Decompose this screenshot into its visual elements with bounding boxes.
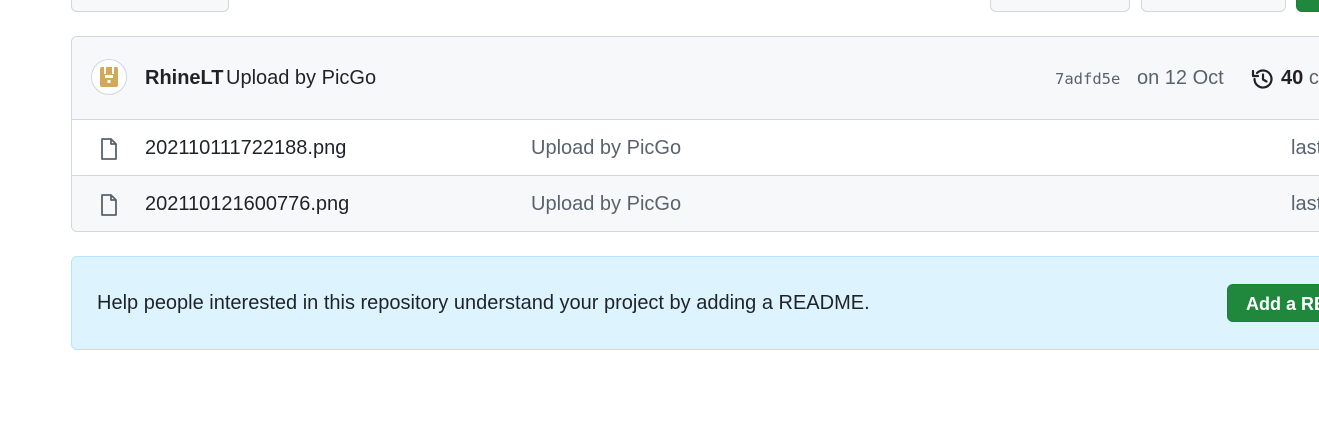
file-age: last <box>1291 193 1319 215</box>
history-icon[interactable] <box>1250 66 1276 92</box>
file-row: 202110121600776.png Upload by PicGo last <box>72 175 1319 231</box>
commit-history-link[interactable]: 40 c <box>1281 67 1319 90</box>
file-row: 202110111722188.png Upload by PicGo last <box>72 120 1319 175</box>
branch-select-button[interactable] <box>71 0 229 12</box>
author-avatar[interactable] <box>91 59 127 95</box>
readme-banner: Help people interested in this repositor… <box>71 256 1319 350</box>
commit-message[interactable]: Upload by PicGo <box>226 67 376 90</box>
readme-prompt-text: Help people interested in this repositor… <box>97 292 870 314</box>
code-button[interactable] <box>1296 0 1319 12</box>
latest-commit-bar: RhineLT Upload by PicGo 7adfd5e on 12 Oc… <box>72 37 1319 120</box>
file-icon <box>101 138 117 160</box>
commit-count: 40 <box>1281 67 1304 89</box>
file-name-link[interactable]: 202110121600776.png <box>145 193 349 216</box>
file-age: last <box>1291 137 1319 159</box>
commit-sha[interactable]: 7adfd5e <box>1055 70 1120 88</box>
file-icon <box>101 194 117 216</box>
file-commit-message[interactable]: Upload by PicGo <box>531 137 681 160</box>
file-list: RhineLT Upload by PicGo 7adfd5e on 12 Oc… <box>71 36 1319 232</box>
go-to-file-button[interactable] <box>990 0 1130 12</box>
avatar-image <box>100 67 118 87</box>
commit-date: on 12 Oct <box>1137 67 1224 89</box>
add-readme-button[interactable]: Add a RE <box>1227 284 1319 322</box>
file-name-link[interactable]: 202110111722188.png <box>145 137 346 160</box>
file-commit-message[interactable]: Upload by PicGo <box>531 193 681 216</box>
add-file-button[interactable] <box>1141 0 1286 12</box>
commit-count-suffix: c <box>1308 67 1319 89</box>
commit-author[interactable]: RhineLT <box>145 67 224 90</box>
